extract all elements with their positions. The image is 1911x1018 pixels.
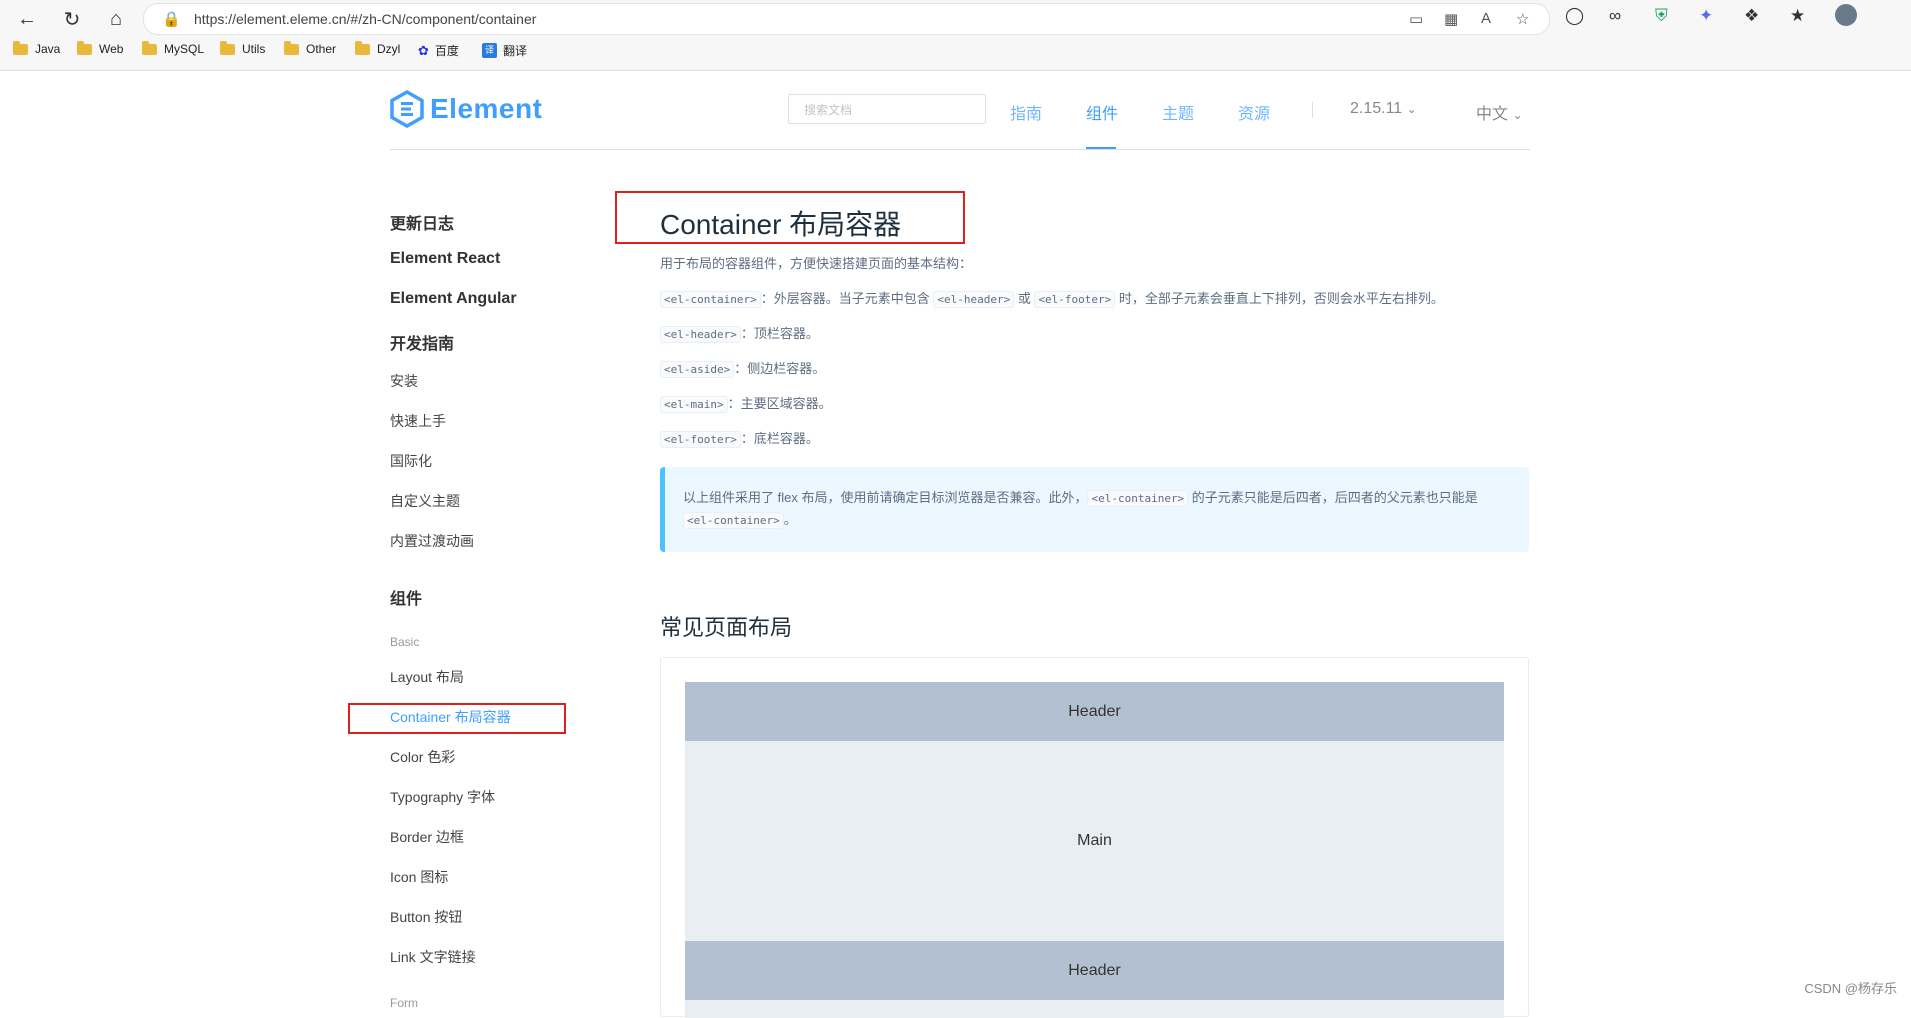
sidebar-element-angular[interactable]: Element Angular: [390, 290, 517, 308]
watermark: CSDN @杨存乐: [1804, 981, 1897, 996]
address-bar[interactable]: 🔒 https://element.eleme.cn/#/zh-CN/compo…: [143, 3, 1550, 35]
nav-theme[interactable]: 主题: [1162, 100, 1194, 124]
url-text[interactable]: https://element.eleme.cn/#/zh-CN/compone…: [194, 11, 536, 27]
code-el-footer: <el-footer>: [1034, 291, 1116, 308]
demo-header-2: Header: [685, 941, 1504, 1000]
item-el-main: <el-main> ：主要区域容器。: [660, 393, 832, 413]
browser-chrome: ← ↻ ⌂ 🔒 https://element.eleme.cn/#/zh-CN…: [0, 0, 1911, 71]
section-title: 常见页面布局: [660, 615, 793, 640]
nav-active-indicator: [1086, 147, 1116, 149]
sidebar-components-heading: 组件: [390, 591, 423, 608]
item-el-aside: <el-aside> ：侧边栏容器。: [660, 358, 825, 378]
version-select[interactable]: 2.15.11 ⌄: [1350, 100, 1417, 118]
nav-resource[interactable]: 资源: [1238, 100, 1270, 124]
sidebar-item-layout[interactable]: Layout 布局: [390, 667, 464, 687]
code-el-header: <el-header>: [933, 291, 1015, 308]
folder-icon: [220, 40, 235, 55]
bookmark-mysql[interactable]: MySQL: [142, 40, 204, 56]
tip-box: 以上组件采用了 flex 布局，使用前请确定目标浏览器是否兼容。此外， <el-c…: [660, 467, 1529, 552]
language-select[interactable]: 中文 ⌄: [1476, 100, 1523, 124]
favorite-icon[interactable]: ☆: [1516, 10, 1529, 28]
extension-icon[interactable]: ◯: [1565, 6, 1584, 26]
nav-divider: [1312, 102, 1313, 118]
demo-main-2: [685, 1000, 1504, 1018]
bookmark-translate[interactable]: 译翻译: [482, 42, 527, 59]
folder-icon: [13, 40, 28, 55]
sidebar-item-install[interactable]: 安装: [390, 371, 418, 391]
page-title: Container 布局容器: [660, 209, 902, 240]
lock-icon[interactable]: 🔒: [162, 10, 181, 28]
sidebar-dev-guide: 开发指南: [390, 336, 455, 353]
site-header: Element 搜索文档 指南 组件 主题 资源 2.15.11 ⌄ 中文 ⌄: [390, 70, 1530, 150]
demo-main: Main: [685, 741, 1504, 941]
folder-icon: [142, 40, 157, 55]
baidu-icon: ✿: [418, 42, 429, 58]
back-icon[interactable]: ←: [10, 5, 44, 33]
folder-icon: [77, 40, 92, 55]
sidebar-group-form: Form: [390, 996, 418, 1010]
bookmark-java[interactable]: Java: [13, 40, 60, 56]
infinity-icon[interactable]: ∞: [1609, 6, 1621, 26]
bookmark-utils[interactable]: Utils: [220, 40, 265, 56]
highlight-sidebar-box: [348, 703, 566, 734]
puzzle-icon[interactable]: ❖: [1744, 6, 1759, 26]
bookmark-baidu[interactable]: ✿ 百度: [418, 42, 459, 59]
chevron-down-icon: ⌄: [1512, 108, 1523, 122]
apps-icon[interactable]: ▦: [1444, 10, 1458, 28]
sidebar-item-i18n[interactable]: 国际化: [390, 451, 432, 471]
read-aloud-icon[interactable]: A: [1481, 10, 1491, 27]
shield-icon[interactable]: ⛨: [1655, 6, 1668, 26]
sidebar-item-border[interactable]: Border 边框: [390, 827, 464, 847]
refresh-icon[interactable]: ↻: [55, 5, 89, 33]
device-icon[interactable]: ▭: [1409, 10, 1423, 28]
chevron-down-icon: ⌄: [1406, 102, 1417, 116]
element-logo-icon: [390, 90, 424, 128]
search-input[interactable]: 搜索文档: [788, 94, 986, 124]
sidebar-element-react[interactable]: Element React: [390, 250, 500, 268]
nav-component[interactable]: 组件: [1086, 100, 1118, 124]
sidebar-item-quickstart[interactable]: 快速上手: [390, 411, 446, 431]
sidebar-item-color[interactable]: Color 色彩: [390, 747, 455, 767]
bookmarks-bar: Java Web MySQL Utils Other Dzyl ✿ 百度 译翻译: [0, 38, 1911, 64]
demo-header: Header: [685, 682, 1504, 741]
translate-icon: 译: [482, 43, 497, 58]
sidebar-item-icon[interactable]: Icon 图标: [390, 867, 448, 887]
sidebar-item-button[interactable]: Button 按钮: [390, 907, 462, 927]
logo-text: Element: [430, 93, 543, 124]
sidebar-item-link[interactable]: Link 文字链接: [390, 947, 476, 967]
item-el-footer: <el-footer> ：底栏容器。: [660, 428, 819, 448]
item-el-container: <el-container> ：外层容器。当子元素中包含 <el-header> …: [660, 288, 1444, 308]
intro-text: 用于布局的容器组件，方便快速搭建页面的基本结构：: [660, 256, 973, 271]
avatar[interactable]: [1835, 4, 1857, 26]
folder-icon: [355, 40, 370, 55]
favorites-icon[interactable]: ★: [1790, 6, 1805, 26]
logo[interactable]: Element: [390, 90, 542, 128]
nav-guide[interactable]: 指南: [1010, 100, 1042, 124]
code-el-container: <el-container>: [660, 291, 761, 308]
bookmark-dzyl[interactable]: Dzyl: [355, 40, 400, 56]
feather-icon[interactable]: ✦: [1699, 6, 1713, 26]
sidebar-changelog[interactable]: 更新日志: [390, 210, 454, 234]
sidebar-item-transition[interactable]: 内置过渡动画: [390, 531, 474, 551]
sidebar-item-custom-theme[interactable]: 自定义主题: [390, 491, 460, 511]
sidebar-group-basic: Basic: [390, 635, 420, 649]
bookmark-web[interactable]: Web: [77, 40, 123, 56]
sidebar-item-typography[interactable]: Typography 字体: [390, 787, 495, 807]
demo-block: Header Main Header: [660, 657, 1529, 1018]
home-icon[interactable]: ⌂: [99, 5, 133, 33]
folder-icon: [284, 40, 299, 55]
bookmark-other[interactable]: Other: [284, 40, 336, 56]
item-el-header: <el-header> ：顶栏容器。: [660, 323, 819, 343]
